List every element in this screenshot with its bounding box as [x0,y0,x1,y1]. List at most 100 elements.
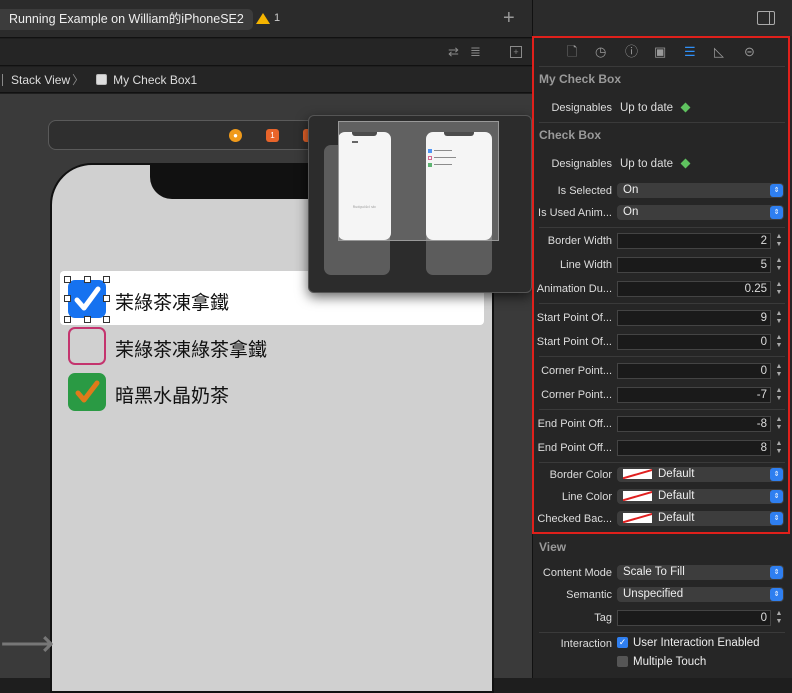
end-point-y-stepper[interactable]: ▲ ▼ [774,440,784,456]
end-point-y-field[interactable]: 8 [617,440,771,456]
line-width-stepper[interactable]: ▲ ▼ [774,257,784,273]
stack-view-icon [2,73,5,86]
start-point-x-field[interactable]: 9 [617,310,771,326]
connections-inspector-icon[interactable]: ⊝ [744,44,755,60]
resize-handle[interactable] [64,276,71,283]
section-my-check-box[interactable]: My Check Box [539,72,621,86]
run-status-tab[interactable]: Running Example on William的iPhoneSE2 [0,9,253,30]
attributes-inspector-icon[interactable]: ☰ [684,44,696,60]
lines-icon[interactable]: ≣ [470,44,481,60]
corner-point-x-stepper[interactable]: ▲ ▼ [774,363,784,379]
resize-handle[interactable] [64,316,71,323]
status-ok-icon [680,103,691,113]
tag-label: Tag [594,612,612,624]
chevron-updown-icon: ⇕ [770,588,783,601]
designables-label-2: Designables [551,158,612,170]
end-point-y-label: End Point Off... [537,442,612,454]
border-width-stepper[interactable]: ▲ ▼ [774,233,784,249]
designables-status-2: Up to date [620,158,691,170]
first-responder-icon[interactable]: 1 [266,129,279,142]
size-inspector-icon[interactable]: ◺ [714,44,724,60]
chevron-updown-icon: ⇕ [770,206,783,219]
warning-icon [256,12,270,24]
help-inspector-icon[interactable]: ⓘ [625,44,638,60]
minimap-viewport[interactable] [338,121,499,241]
start-point-y-label: Start Point Of... [536,336,612,348]
checkbox-2-label[interactable]: 茉綠茶凍綠茶拿鐵 [115,335,267,362]
inspector-top-bar [533,0,792,36]
chevron-updown-icon: ⇕ [770,566,783,579]
inspector-tabs: 🗋 ◷ ⓘ ▣ ☰ ◺ ⊝ [533,38,791,66]
swap-arrows-icon[interactable]: ⇄ [448,44,459,60]
checkbox-2[interactable] [68,327,106,365]
tag-stepper[interactable]: ▲ ▼ [774,610,784,626]
checked-background-popup[interactable]: Default ⇕ [617,511,784,526]
file-inspector-icon[interactable]: 🗋 [567,44,577,60]
corner-point-x-label: Corner Point... [541,365,612,377]
is-selected-popup[interactable]: On ⇕ [617,183,784,198]
view-controller-icon[interactable]: ● [229,129,242,142]
end-point-x-stepper[interactable]: ▲ ▼ [774,416,784,432]
chevron-updown-icon: ⇕ [770,512,783,525]
scene-dock[interactable]: ● 1 [48,120,338,150]
checkbox-3[interactable] [68,373,106,411]
resize-handle[interactable] [84,316,91,323]
section-view[interactable]: View [539,540,566,554]
divider [539,227,785,228]
warning-count: 1 [274,12,281,24]
warning-indicator[interactable]: 1 [256,12,280,24]
border-color-popup[interactable]: Default ⇕ [617,467,784,482]
animation-duration-stepper[interactable]: ▲ ▼ [774,281,784,297]
status-ok-icon [680,159,691,169]
tag-field[interactable]: 0 [617,610,771,626]
resize-handle[interactable] [84,276,91,283]
semantic-popup[interactable]: Unspecified ⇕ [617,587,784,602]
start-point-y-stepper[interactable]: ▲ ▼ [774,334,784,350]
line-width-field[interactable]: 5 [617,257,771,273]
checkbox-3-label[interactable]: 暗黑水晶奶茶 [115,381,229,408]
checkbox-1-label[interactable]: 茉綠茶凍拿鐵 [115,288,229,315]
checkmark-icon [74,286,101,311]
resize-handle[interactable] [103,276,110,283]
identity-inspector-icon[interactable]: ▣ [654,44,666,60]
corner-point-y-label: Corner Point... [541,389,612,401]
breadcrumb: Stack View 〉 My Check Box1 [0,67,532,93]
is-used-anim-popup[interactable]: On ⇕ [617,205,784,220]
resize-handle[interactable] [103,316,110,323]
view-object-icon [96,74,108,85]
empty-checkbox-icon [617,656,628,668]
breadcrumb-current[interactable]: My Check Box1 [113,73,197,87]
is-used-anim-label: Is Used Anim... [538,207,612,219]
sidebar-toggle-icon[interactable] [757,11,775,25]
breadcrumb-stack-view[interactable]: Stack View [11,73,70,87]
canvas-minimap[interactable]: Rudgul4cl stc [308,115,532,293]
resize-handle[interactable] [103,295,110,302]
content-mode-popup[interactable]: Scale To Fill ⇕ [617,565,784,580]
corner-point-x-field[interactable]: 0 [617,363,771,379]
history-inspector-icon[interactable]: ◷ [595,44,606,60]
no-color-swatch-icon [623,490,652,501]
start-point-y-field[interactable]: 0 [617,334,771,350]
divider [539,356,785,357]
divider [539,122,785,123]
corner-point-y-field[interactable]: -7 [617,387,771,403]
end-point-x-field[interactable]: -8 [617,416,771,432]
start-point-x-stepper[interactable]: ▲ ▼ [774,310,784,326]
checkmark-icon: ✓ [617,637,628,649]
interaction-label: Interaction [560,638,612,650]
animation-duration-field[interactable]: 0.25 [617,281,771,297]
user-interaction-checkbox[interactable]: ✓ User Interaction Enabled [617,637,760,649]
content-mode-label: Content Mode [542,567,612,579]
checkbox-1[interactable] [68,280,106,318]
corner-point-y-stepper[interactable]: ▲ ▼ [774,387,784,403]
designables-status-1: Up to date [620,102,691,114]
add-tab-button[interactable]: + [503,8,515,28]
section-check-box[interactable]: Check Box [539,128,601,142]
breadcrumb-separator: 〉 [72,73,85,87]
line-color-popup[interactable]: Default ⇕ [617,489,784,504]
multiple-touch-checkbox[interactable]: Multiple Touch [617,656,706,668]
resize-handle[interactable] [64,295,71,302]
add-editor-icon[interactable]: + [510,46,522,58]
no-color-swatch-icon [623,468,652,479]
border-width-field[interactable]: 2 [617,233,771,249]
